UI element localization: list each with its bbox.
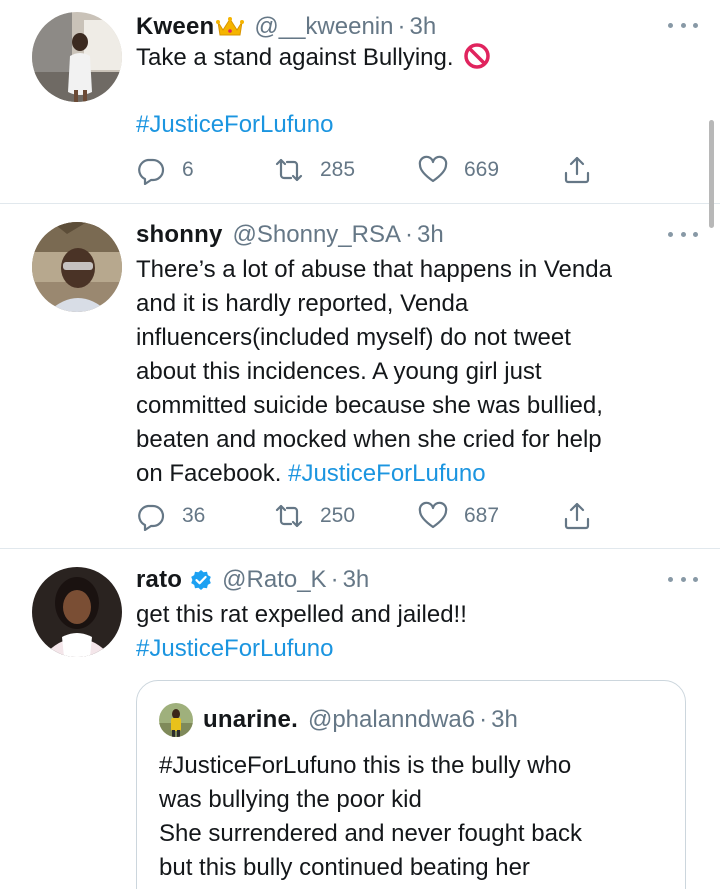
tweet-actions: 6 285 669 — [136, 153, 596, 187]
retweet-button[interactable]: 285 — [274, 155, 355, 185]
reply-button[interactable]: 36 — [136, 501, 205, 531]
crown-emoji-icon — [216, 16, 245, 38]
quoted-avatar — [159, 703, 193, 737]
avatar[interactable] — [32, 567, 122, 657]
tweet-text-line: about this incidences. A young girl just — [136, 358, 542, 385]
tweet-header: rato @Rato_K · 3h — [136, 563, 369, 597]
hashtag-link[interactable]: #JusticeForLufuno — [288, 460, 485, 487]
tweet-time[interactable]: 3h — [343, 566, 370, 594]
tweet-text-line: on Facebook. #JusticeForLufuno — [136, 457, 696, 491]
quoted-tweet-time: 3h — [491, 706, 518, 733]
share-icon — [562, 501, 592, 531]
retweet-count: 285 — [320, 158, 356, 181]
quoted-text-line: was bullying the poor kid — [159, 786, 422, 813]
tweet-text: There’s a lot of abuse that happens in V… — [136, 253, 696, 491]
retweet-count: 250 — [320, 504, 356, 527]
tweet-text: Take a stand against Bullying. — [136, 41, 696, 75]
reply-icon — [136, 155, 166, 185]
separator-dot: · — [397, 13, 406, 40]
no-entry-emoji-icon — [463, 43, 490, 69]
heart-icon — [418, 501, 448, 531]
tweet-text: get this rat expelled and jailed!! #Just… — [136, 598, 696, 666]
quoted-user-handle: @phalanndwa6 — [307, 706, 476, 733]
retweet-icon — [274, 155, 304, 185]
quoted-tweet-card[interactable]: unarine. @phalanndwa6 · 3h #JusticeForLu… — [136, 680, 686, 889]
retweet-button[interactable]: 250 — [274, 501, 355, 531]
tweet-text-fragment: on Facebook. — [136, 460, 282, 487]
reply-count: 6 — [182, 158, 194, 181]
quoted-text-line: She surrendered and never fought back — [159, 820, 582, 847]
separator-dot: · — [405, 221, 414, 248]
heart-icon — [418, 155, 448, 185]
quoted-display-name: unarine. — [203, 706, 298, 733]
user-handle[interactable]: @Shonny_RSA — [233, 221, 401, 249]
share-icon — [562, 155, 592, 185]
reply-icon — [136, 501, 166, 531]
display-name[interactable]: shonny — [136, 221, 223, 249]
like-button[interactable]: 687 — [418, 501, 499, 531]
tweet-header: Kween @__kweenin · 3h — [136, 10, 436, 44]
verified-badge-icon — [190, 569, 212, 591]
tweet-text-line: beaten and mocked when she cried for hel… — [136, 426, 602, 453]
share-button[interactable] — [562, 155, 592, 185]
tweet-text-line: Take a stand against Bullying. — [136, 44, 454, 71]
quoted-tweet-header: unarine. @phalanndwa6 · 3h — [203, 703, 518, 737]
tweet-hashtag-line: #JusticeForLufuno — [136, 108, 696, 142]
timeline: Kween @__kweenin · 3h Take a stand again… — [0, 0, 720, 889]
display-name[interactable]: rato — [136, 566, 182, 594]
tweet-text-line: There’s a lot of abuse that happens in V… — [136, 256, 612, 283]
tweet-text-line: committed suicide because she was bullie… — [136, 392, 603, 419]
hashtag-link[interactable]: #JusticeForLufuno — [136, 635, 333, 662]
more-icon[interactable] — [668, 229, 698, 239]
avatar[interactable] — [32, 222, 122, 312]
user-handle[interactable]: @Rato_K — [222, 566, 326, 594]
share-button[interactable] — [562, 501, 592, 531]
display-name[interactable]: Kween — [136, 13, 214, 41]
more-icon[interactable] — [668, 574, 698, 584]
reply-button[interactable]: 6 — [136, 155, 194, 185]
like-count: 687 — [464, 504, 500, 527]
tweet-time[interactable]: 3h — [409, 13, 436, 41]
like-count: 669 — [464, 158, 500, 181]
separator-dot: · — [479, 706, 488, 733]
like-button[interactable]: 669 — [418, 155, 499, 185]
separator-dot: · — [330, 566, 339, 593]
retweet-icon — [274, 501, 304, 531]
user-handle[interactable]: @__kweenin — [254, 13, 393, 41]
tweet-text-line: get this rat expelled and jailed!! — [136, 601, 467, 628]
quoted-text-line: #JusticeForLufuno this is the bully who — [159, 752, 572, 779]
quoted-tweet-text: #JusticeForLufuno this is the bully who … — [159, 749, 669, 885]
tweet-time[interactable]: 3h — [417, 221, 444, 249]
divider — [0, 548, 720, 549]
scrollbar[interactable] — [709, 120, 714, 228]
more-icon[interactable] — [668, 20, 698, 30]
tweet-text-line: influencers(included myself) do not twee… — [136, 324, 571, 351]
reply-count: 36 — [182, 504, 206, 527]
tweet-header: shonny @Shonny_RSA · 3h — [136, 218, 444, 252]
quoted-text-line: but this bully continued beating her — [159, 854, 530, 881]
tweet-text-line: and it is hardly reported, Venda — [136, 290, 469, 317]
hashtag-link[interactable]: #JusticeForLufuno — [136, 111, 333, 138]
tweet-actions: 36 250 687 — [136, 499, 596, 533]
divider — [0, 203, 720, 204]
avatar[interactable] — [32, 12, 122, 102]
